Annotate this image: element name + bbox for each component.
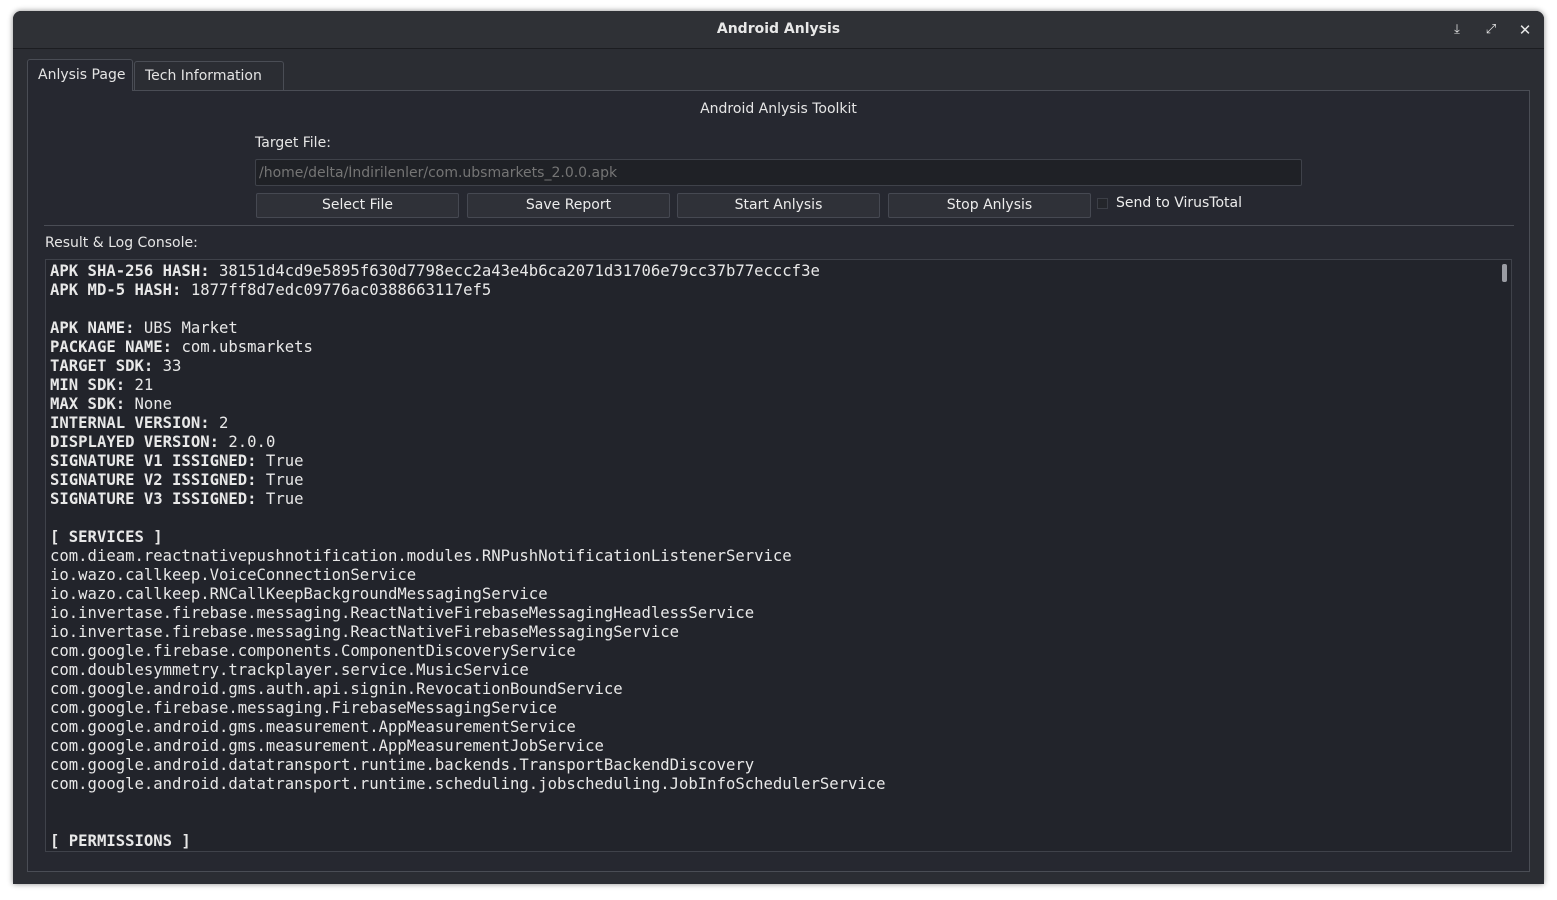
console-line-value: 33 (153, 357, 182, 375)
console-line: io.wazo.callkeep.VoiceConnectionService (50, 566, 886, 585)
page-title: Android Anlysis Toolkit (700, 101, 857, 117)
console-line: com.google.android.datatransport.runtime… (50, 775, 886, 794)
virustotal-checkbox[interactable] (1097, 198, 1108, 209)
start-analysis-button[interactable]: Start Anlysis (677, 193, 880, 218)
console-scrollbar[interactable] (1501, 262, 1509, 849)
console-line: PACKAGE NAME: com.ubsmarkets (50, 338, 886, 357)
console-line: com.google.android.datatransport.runtime… (50, 756, 886, 775)
console-line: SIGNATURE V3 ISSIGNED: True (50, 490, 886, 509)
console-line-key: PACKAGE NAME: (50, 338, 173, 356)
console-line-value: com.google.android.gms.measurement.AppMe… (50, 718, 576, 736)
console-line-value: com.ubsmarkets (172, 338, 313, 356)
console-line: com.google.android.gms.measurement.AppMe… (50, 718, 886, 737)
console-line: MIN SDK: 21 (50, 376, 886, 395)
console-line-value: 21 (125, 376, 154, 394)
stop-analysis-button[interactable]: Stop Anlysis (888, 193, 1091, 218)
console-line: APK MD-5 HASH: 1877ff8d7edc09776ac038866… (50, 281, 886, 300)
console-line-key: DISPLAYED VERSION: (50, 433, 219, 451)
console-line-value: com.google.android.gms.auth.api.signin.R… (50, 680, 623, 698)
console-line: APK NAME: UBS Market (50, 319, 886, 338)
console-line-value: com.doublesymmetry.trackplayer.service.M… (50, 661, 529, 679)
console-label: Result & Log Console: (45, 235, 198, 251)
console-line: com.google.firebase.messaging.FirebaseMe… (50, 699, 886, 718)
window-title: Android Anlysis (716, 21, 841, 37)
console-line: io.invertase.firebase.messaging.ReactNat… (50, 604, 886, 623)
console-line: INTERNAL VERSION: 2 (50, 414, 886, 433)
save-report-button[interactable]: Save Report (467, 193, 670, 218)
maximize-icon[interactable]: ⤢ (1480, 19, 1502, 41)
console-line-key: INTERNAL VERSION: (50, 414, 210, 432)
console-line-value: 1877ff8d7edc09776ac0388663117ef5 (181, 281, 492, 299)
console-line-key: APK NAME: (50, 319, 135, 337)
console-line-value: io.invertase.firebase.messaging.ReactNat… (50, 623, 680, 641)
console-line: com.google.firebase.components.Component… (50, 642, 886, 661)
tab-tech-information[interactable]: Tech Information (134, 61, 284, 90)
console-line: io.invertase.firebase.messaging.ReactNat… (50, 623, 886, 642)
select-file-button[interactable]: Select File (256, 193, 459, 218)
console-line-value: None (125, 395, 173, 413)
console-line: com.doublesymmetry.trackplayer.service.M… (50, 661, 886, 680)
console-line-value: com.google.android.datatransport.runtime… (50, 756, 755, 774)
console-line-key: APK SHA-256 HASH: (50, 262, 210, 280)
console-line-key: MIN SDK: (50, 376, 126, 394)
console-line-key: SIGNATURE V3 ISSIGNED: (50, 490, 257, 508)
console-line-value: com.google.firebase.messaging.FirebaseMe… (50, 699, 557, 717)
console-line-key: SIGNATURE V2 ISSIGNED: (50, 471, 257, 489)
console-line-key: TARGET SDK: (50, 357, 154, 375)
console-line: TARGET SDK: 33 (50, 357, 886, 376)
console-line-value: True (256, 490, 304, 508)
console-line: com.google.android.gms.measurement.AppMe… (50, 737, 886, 756)
console-line-value: com.google.firebase.components.Component… (50, 642, 576, 660)
console-line-value: True (256, 471, 304, 489)
console-text: APK SHA-256 HASH: 38151d4cd9e5895f630d77… (50, 262, 886, 851)
console-line-value: com.google.android.gms.measurement.AppMe… (50, 737, 604, 755)
console-line: [ SERVICES ] (50, 528, 886, 547)
console-line-key: MAX SDK: (50, 395, 126, 413)
analysis-pane: Android Anlysis Toolkit Target File: Sel… (27, 90, 1530, 872)
console-line: com.dieam.reactnativepushnotification.mo… (50, 547, 886, 566)
console-line-value: io.wazo.callkeep.RNCallKeepBackgroundMes… (50, 585, 548, 603)
console-line-value: io.wazo.callkeep.VoiceConnectionService (50, 566, 417, 584)
console-line-value: UBS Market (134, 319, 238, 337)
title-bar[interactable]: Android Anlysis ⤓ ⤢ ✕ (13, 11, 1544, 49)
console-line-key: [ SERVICES ] (50, 528, 163, 546)
virustotal-label: Send to VirusTotal (1116, 195, 1242, 211)
console-line: SIGNATURE V2 ISSIGNED: True (50, 471, 886, 490)
close-icon[interactable]: ✕ (1514, 19, 1536, 41)
divider (44, 225, 1514, 226)
console-line: APK SHA-256 HASH: 38151d4cd9e5895f630d77… (50, 262, 886, 281)
app-window: Android Anlysis ⤓ ⤢ ✕ Anlysis Page Tech … (13, 11, 1544, 884)
console-line: SIGNATURE V1 ISSIGNED: True (50, 452, 886, 471)
console-line: io.wazo.callkeep.RNCallKeepBackgroundMes… (50, 585, 886, 604)
console-line-value: com.dieam.reactnativepushnotification.mo… (50, 547, 792, 565)
console-line: DISPLAYED VERSION: 2.0.0 (50, 433, 886, 452)
minimize-icon[interactable]: ⤓ (1446, 19, 1468, 41)
console-line-value: True (256, 452, 304, 470)
console-line-value: 2.0.0 (219, 433, 276, 451)
target-file-input[interactable] (255, 159, 1302, 186)
console-line-value: com.google.android.datatransport.runtime… (50, 775, 886, 793)
console-line-key: APK MD-5 HASH: (50, 281, 182, 299)
log-console[interactable]: APK SHA-256 HASH: 38151d4cd9e5895f630d77… (45, 259, 1512, 852)
console-line-value: 38151d4cd9e5895f630d7798ecc2a43e4b6ca207… (209, 262, 820, 280)
console-line: MAX SDK: None (50, 395, 886, 414)
console-line-value: io.invertase.firebase.messaging.ReactNat… (50, 604, 755, 622)
console-line-key: [ PERMISSIONS ] (50, 832, 191, 850)
console-line-value: 2 (209, 414, 229, 432)
tab-analysis-page[interactable]: Anlysis Page (27, 59, 133, 91)
console-line-key: SIGNATURE V1 ISSIGNED: (50, 452, 257, 470)
console-line: [ PERMISSIONS ] (50, 832, 886, 851)
target-file-label: Target File: (255, 135, 331, 151)
console-line: com.google.android.gms.auth.api.signin.R… (50, 680, 886, 699)
scrollbar-thumb[interactable] (1502, 264, 1507, 282)
